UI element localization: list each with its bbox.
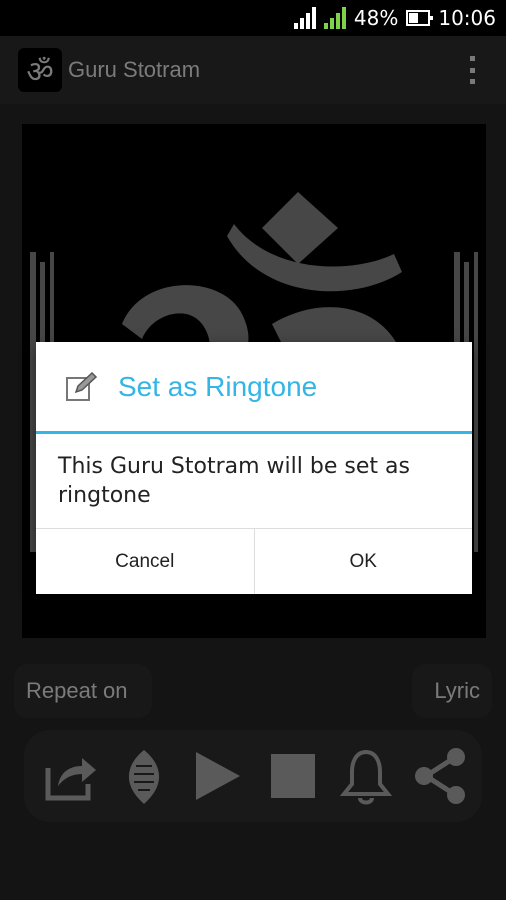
dialog-header: Set as Ringtone (36, 342, 472, 434)
cancel-button[interactable]: Cancel (36, 529, 255, 594)
signal-icon-sim2 (323, 7, 346, 29)
clock: 10:06 (438, 6, 496, 30)
battery-percent: 48% (353, 6, 399, 30)
ok-button[interactable]: OK (255, 529, 473, 594)
signal-icon (293, 7, 316, 29)
dialog-buttons: Cancel OK (36, 528, 472, 594)
battery-icon (406, 10, 434, 26)
edit-icon (66, 371, 98, 401)
dialog-message: This Guru Stotram will be set as rington… (58, 454, 410, 508)
status-bar: 48% 10:06 (0, 0, 506, 36)
set-ringtone-dialog: Set as Ringtone This Guru Stotram will b… (36, 342, 472, 594)
dialog-title: Set as Ringtone (118, 370, 318, 402)
